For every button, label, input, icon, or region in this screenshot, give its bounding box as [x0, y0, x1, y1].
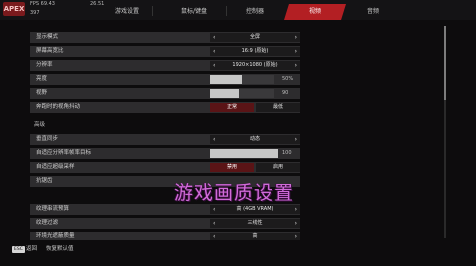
tab-divider [226, 6, 227, 16]
arrow-left-icon[interactable]: ‹ [213, 33, 215, 42]
arrow-left-icon[interactable]: ‹ [213, 205, 215, 214]
setting-label: 垂直同步 [36, 136, 59, 142]
setting-row-sprint-shake: 奔跑时的视角抖动 正常 最低 [30, 102, 300, 113]
slider-value: 90 [282, 90, 289, 96]
overlay-caption: 游戏画质设置 [174, 182, 295, 204]
back-button[interactable]: 返回 [26, 245, 37, 254]
slider-fill [210, 89, 239, 98]
brightness-slider[interactable] [210, 75, 274, 84]
setting-row-fov: 视野 90 [30, 88, 300, 99]
setting-label: 环境光遮蔽质量 [36, 233, 75, 239]
setting-row-brightness: 亮度 50% [30, 74, 300, 85]
sprint-shake-option-normal[interactable]: 正常 [210, 103, 254, 112]
selector-value: 16:9 (原始) [241, 48, 269, 54]
setting-row-adaptive-target: 自适应分辨率帧率目标 100 [30, 148, 300, 159]
arrow-left-icon[interactable]: ‹ [213, 219, 215, 228]
aspect-ratio-selector[interactable]: ‹ 16:9 (原始) › [210, 47, 300, 56]
hud-stat-fps: FPS 69.43 [30, 1, 55, 7]
arrow-right-icon[interactable]: › [295, 33, 297, 42]
arrow-right-icon[interactable]: › [295, 61, 297, 70]
arrow-right-icon[interactable]: › [295, 47, 297, 56]
section-title: 高级 [34, 122, 46, 128]
setting-label: 屏幕高宽比 [36, 48, 64, 54]
setting-label: 自适应超级采样 [36, 164, 75, 170]
section-header-advanced: 高级 [30, 120, 300, 131]
tab-audio[interactable]: 音频 [350, 4, 396, 20]
arrow-left-icon[interactable]: ‹ [213, 233, 215, 240]
hud-stat-3: 397 [30, 10, 40, 16]
tab-gameplay[interactable]: 游戏设置 [104, 4, 150, 20]
setting-row-display-mode: 显示模式 ‹ 全屏 › [30, 32, 300, 43]
tab-divider [152, 6, 153, 16]
selector-value: 1920×1080 (原始) [232, 62, 278, 68]
setting-row-texture-filter: 纹理过滤 ‹ 三线性 › [30, 218, 300, 229]
setting-label: 分辨率 [36, 62, 53, 68]
resolution-selector[interactable]: ‹ 1920×1080 (原始) › [210, 61, 300, 70]
slider-value: 50% [282, 76, 294, 82]
setting-row-aspect-ratio: 屏幕高宽比 ‹ 16:9 (原始) › [30, 46, 300, 57]
slider-fill [210, 149, 278, 158]
fov-slider[interactable] [210, 89, 274, 98]
arrow-right-icon[interactable]: › [295, 219, 297, 228]
setting-label: 奔跑时的视角抖动 [36, 104, 81, 110]
setting-label: 纹理过滤 [36, 220, 59, 226]
setting-row-resolution: 分辨率 ‹ 1920×1080 (原始) › [30, 60, 300, 71]
arrow-left-icon[interactable]: ‹ [213, 135, 215, 144]
arrow-left-icon[interactable]: ‹ [213, 47, 215, 56]
sprint-shake-option-minimal[interactable]: 最低 [256, 103, 300, 112]
arrow-right-icon[interactable]: › [295, 205, 297, 214]
slider-fill [210, 75, 242, 84]
texture-filter-selector[interactable]: ‹ 三线性 › [210, 219, 300, 228]
tab-mouse-keyboard[interactable]: 鼠标/键盘 [168, 4, 220, 20]
setting-label: 亮度 [36, 76, 48, 82]
selector-value: 高 (4GB VRAM) [236, 206, 274, 212]
setting-label: 自适应分辨率帧率目标 [36, 150, 92, 156]
adaptive-target-slider[interactable] [210, 149, 278, 158]
setting-row-ambient-occlusion: 环境光遮蔽质量 ‹ 高 › [30, 232, 300, 240]
selector-value: 三线性 [247, 220, 263, 226]
selector-value: 动态 [249, 136, 260, 142]
vsync-selector[interactable]: ‹ 动态 › [210, 135, 300, 144]
hud-stat-2: 26.51 [90, 1, 105, 7]
slider-value: 100 [282, 150, 292, 156]
game-logo: APEX [3, 2, 25, 16]
setting-label: 纹理串流预算 [36, 206, 70, 212]
setting-label: 视野 [36, 90, 48, 96]
arrow-left-icon[interactable]: ‹ [213, 61, 215, 70]
video-settings-panel: 显示模式 ‹ 全屏 › 屏幕高宽比 ‹ 16:9 (原始) › 分辨率 ‹ 19… [30, 28, 300, 240]
arrow-right-icon[interactable]: › [295, 135, 297, 144]
setting-row-texture-budget: 纹理串流预算 ‹ 高 (4GB VRAM) › [30, 204, 300, 215]
footer-bar: ESC 返回 恢复默认值 [0, 242, 476, 258]
setting-label: 抗锯齿 [36, 178, 53, 184]
display-mode-selector[interactable]: ‹ 全屏 › [210, 33, 300, 42]
setting-label: 显示模式 [36, 34, 59, 40]
selector-value: 高 [252, 233, 258, 239]
top-bar: APEX FPS 69.43 26.51 397 游戏设置 鼠标/键盘 控制器 … [0, 0, 476, 20]
supersample-option-disabled[interactable]: 禁用 [210, 163, 254, 172]
ambient-occlusion-selector[interactable]: ‹ 高 › [210, 233, 300, 240]
supersample-option-enabled[interactable]: 启用 [256, 163, 300, 172]
setting-row-vsync: 垂直同步 ‹ 动态 › [30, 134, 300, 145]
scrollbar-thumb[interactable] [444, 26, 446, 100]
tab-controller[interactable]: 控制器 [232, 4, 278, 20]
texture-budget-selector[interactable]: ‹ 高 (4GB VRAM) › [210, 205, 300, 214]
esc-key-icon: ESC [12, 246, 25, 253]
selector-value: 全屏 [249, 34, 260, 40]
setting-row-adaptive-supersample: 自适应超级采样 禁用 启用 [30, 162, 300, 173]
tab-video[interactable]: 视频 [284, 4, 346, 20]
reset-defaults-button[interactable]: 恢复默认值 [46, 245, 74, 254]
arrow-right-icon[interactable]: › [295, 233, 297, 240]
